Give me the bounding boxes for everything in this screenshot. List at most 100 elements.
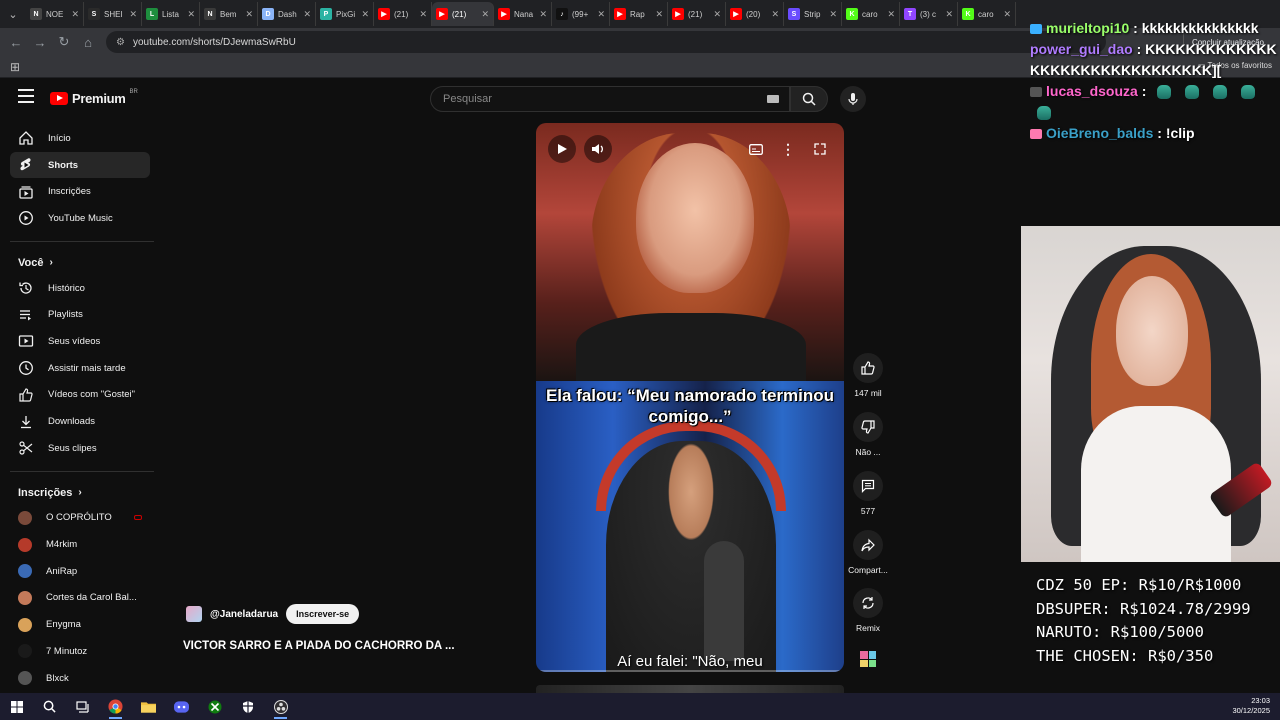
browser-tab[interactable]: P PixGi ✕: [316, 2, 374, 26]
remix-button[interactable]: Remix: [846, 588, 890, 633]
subscription-item[interactable]: Enygma: [10, 611, 150, 638]
tab-close-icon[interactable]: ✕: [771, 9, 779, 20]
sidebar-item-shorts[interactable]: Shorts: [10, 151, 150, 179]
youtube-header: Premium BR Pesquisar: [0, 79, 1020, 119]
tab-close-icon[interactable]: ✕: [829, 9, 837, 20]
next-short-thumbnail[interactable]: [536, 685, 844, 693]
channel-avatar[interactable]: [186, 606, 202, 622]
sidebar-item-subscriptions[interactable]: Inscrições: [10, 178, 150, 205]
browser-tab[interactable]: ▶ (20) ✕: [726, 2, 784, 26]
browser-tab[interactable]: ▶ (21) ✕: [432, 2, 494, 26]
tab-close-icon[interactable]: ✕: [303, 9, 311, 20]
browser-tab[interactable]: ▶ (21) ✕: [374, 2, 432, 26]
search-icon[interactable]: [33, 693, 66, 720]
reload-button[interactable]: ↻: [52, 30, 76, 54]
tab-search-dropdown[interactable]: ⌄: [0, 0, 26, 28]
subscriptions-section-header[interactable]: Inscrições ›: [0, 481, 160, 505]
browser-tab[interactable]: ♪ (99+ ✕: [552, 2, 610, 26]
video-progress-bar[interactable]: [536, 670, 844, 672]
subscription-item[interactable]: 7 Minutoz: [10, 638, 150, 665]
keyboard-icon[interactable]: [767, 95, 779, 103]
dislike-button[interactable]: Não ...: [846, 412, 890, 457]
home-button[interactable]: ⌂: [76, 30, 100, 54]
sidebar-item-label: Shorts: [48, 159, 79, 171]
url-field[interactable]: ⚙ youtube.com/shorts/DJewmaSwRbU: [106, 31, 1106, 53]
tab-title: caro: [978, 9, 994, 19]
browser-tab[interactable]: ▶ Rap ✕: [610, 2, 668, 26]
tab-close-icon[interactable]: ✕: [361, 9, 369, 20]
discord-icon[interactable]: [165, 693, 198, 720]
voice-search-button[interactable]: [840, 86, 866, 112]
more-options-button[interactable]: ⋮: [776, 137, 800, 161]
sidebar-item-your-videos[interactable]: Seus vídeos: [10, 328, 150, 355]
sidebar-item-music[interactable]: YouTube Music: [10, 205, 150, 232]
fullscreen-button[interactable]: [808, 137, 832, 161]
play-button[interactable]: [548, 135, 576, 163]
file-explorer-icon[interactable]: [132, 693, 165, 720]
comments-button[interactable]: 577: [846, 471, 890, 516]
tab-close-icon[interactable]: ✕: [187, 9, 195, 20]
you-section-header[interactable]: Você ›: [0, 251, 160, 275]
sidebar-item-download[interactable]: Downloads: [10, 408, 150, 435]
tab-close-icon[interactable]: ✕: [539, 9, 547, 20]
sidebar-item-history[interactable]: Histórico: [10, 275, 150, 302]
tab-close-icon[interactable]: ✕: [1003, 9, 1011, 20]
sidebar-item-liked[interactable]: Vídeos com "Gostei": [10, 382, 150, 409]
browser-tab[interactable]: D Dash ✕: [258, 2, 316, 26]
browser-tab[interactable]: ▶ (21) ✕: [668, 2, 726, 26]
back-button[interactable]: ←: [4, 30, 28, 54]
sidebar-item-home[interactable]: Início: [10, 125, 150, 152]
tab-close-icon[interactable]: ✕: [597, 9, 605, 20]
windows-start-icon[interactable]: [0, 693, 33, 720]
forward-button[interactable]: →: [28, 30, 52, 54]
subscription-item[interactable]: M4rkim: [10, 531, 150, 558]
tab-close-icon[interactable]: ✕: [713, 9, 721, 20]
tab-close-icon[interactable]: ✕: [945, 9, 953, 20]
browser-tab[interactable]: T (3) c ✕: [900, 2, 958, 26]
browser-tab[interactable]: N NOE ✕: [26, 2, 84, 26]
short-title[interactable]: VICTOR SARRO E A PIADA DO CACHORRO DA ..…: [183, 640, 483, 652]
browser-tab[interactable]: L Lista ✕: [142, 2, 200, 26]
sound-thumbnail[interactable]: [860, 651, 876, 667]
task-view-icon[interactable]: [66, 693, 99, 720]
volume-button[interactable]: [584, 135, 612, 163]
subscribe-button[interactable]: Inscrever-se: [286, 604, 360, 624]
sidebar-item-label: YouTube Music: [48, 212, 113, 224]
browser-tab[interactable]: S Strip ✕: [784, 2, 842, 26]
chrome-icon[interactable]: [99, 693, 132, 720]
browser-tab[interactable]: Kcaro ✕: [958, 2, 1016, 26]
shield-app-icon[interactable]: [231, 693, 264, 720]
tab-close-icon[interactable]: ✕: [71, 9, 79, 20]
system-clock[interactable]: 23:03 30/12/2025: [1232, 696, 1270, 716]
channel-name[interactable]: @Janeladarua: [210, 609, 278, 620]
browser-tab[interactable]: N Bem ✕: [200, 2, 258, 26]
captions-button[interactable]: [744, 137, 768, 161]
sidebar-item-watch-later[interactable]: Assistir mais tarde: [10, 355, 150, 382]
search-button[interactable]: [790, 86, 828, 112]
browser-tab[interactable]: S SHEI ✕: [84, 2, 142, 26]
like-button[interactable]: 147 mil: [846, 353, 890, 398]
tab-close-icon[interactable]: ✕: [481, 9, 489, 20]
browser-tab[interactable]: ▶ Nana ✕: [494, 2, 552, 26]
share-button[interactable]: Compart...: [846, 530, 890, 575]
obs-icon[interactable]: [264, 693, 297, 720]
menu-icon[interactable]: [18, 89, 34, 103]
subscription-item[interactable]: Blxck: [10, 665, 150, 692]
youtube-logo[interactable]: Premium BR: [50, 89, 138, 106]
sidebar-item-clips[interactable]: Seus clipes: [10, 435, 150, 462]
subscription-item[interactable]: O COPRÓLITO: [10, 505, 150, 532]
search-input[interactable]: Pesquisar: [430, 86, 790, 112]
site-info-icon[interactable]: ⚙: [116, 37, 125, 48]
subscription-item[interactable]: AniRap: [10, 558, 150, 585]
shorts-player[interactable]: Ela falou: “Meu namorado terminou comigo…: [536, 123, 844, 672]
tab-close-icon[interactable]: ✕: [129, 9, 137, 20]
tab-close-icon[interactable]: ✕: [245, 9, 253, 20]
browser-tab[interactable]: Kcaro ✕: [842, 2, 900, 26]
tab-close-icon[interactable]: ✕: [887, 9, 895, 20]
xbox-icon[interactable]: [198, 693, 231, 720]
apps-grid-icon[interactable]: ⊞: [10, 60, 20, 74]
tab-close-icon[interactable]: ✕: [655, 9, 663, 20]
subscription-item[interactable]: Cortes da Carol Bal...: [10, 585, 150, 612]
sidebar-item-playlists[interactable]: Playlists: [10, 301, 150, 328]
tab-close-icon[interactable]: ✕: [419, 9, 427, 20]
